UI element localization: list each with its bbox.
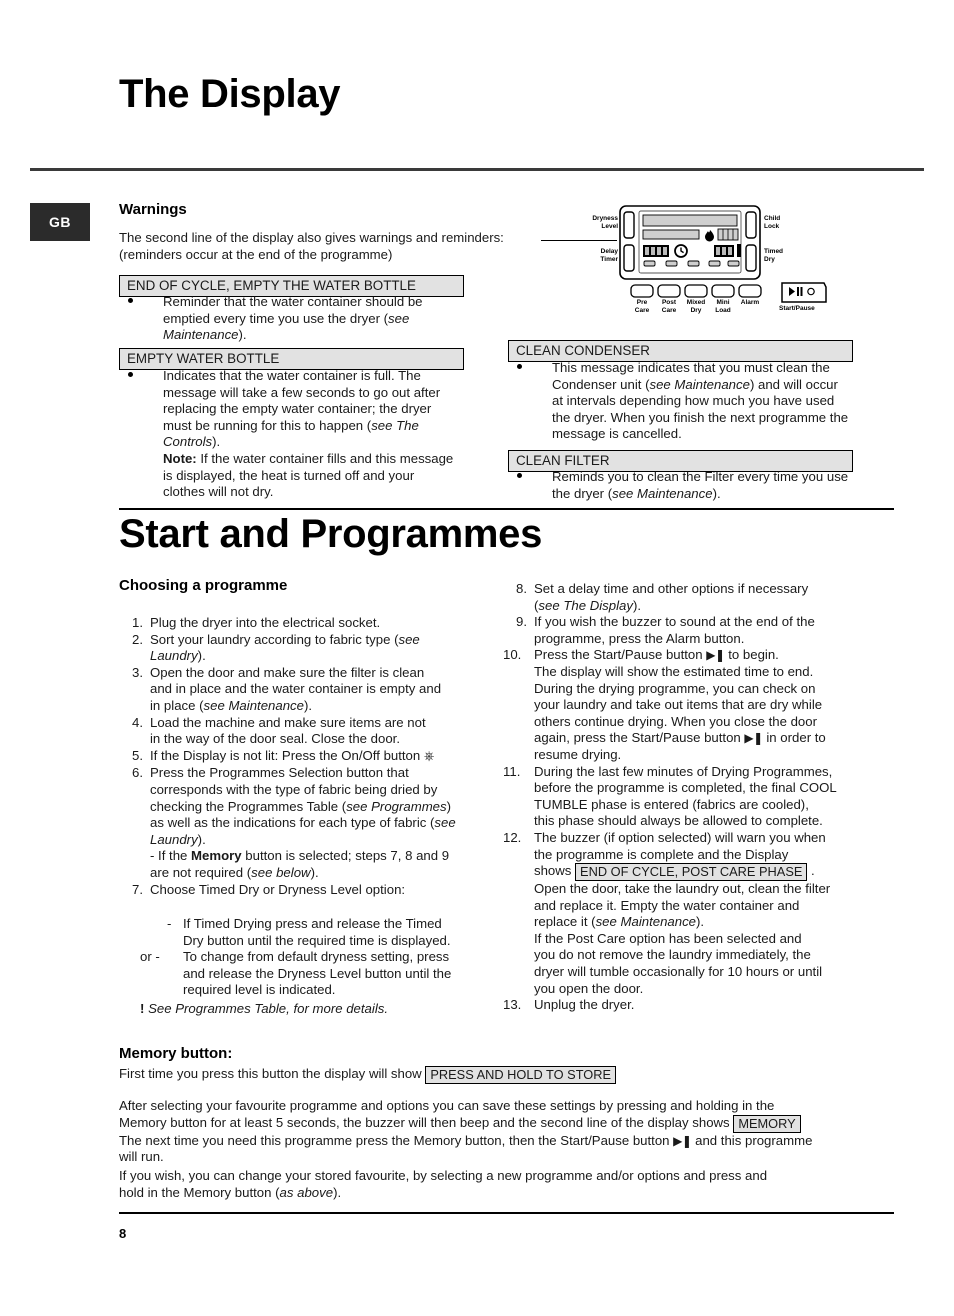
panel-button-label-mixed-dry: Mixed Dry <box>686 299 706 314</box>
locale-tab-gb: GB <box>30 203 90 241</box>
list-item: 6. Press the Programmes Selection button … <box>132 765 456 880</box>
document-page: The Display GB Warnings The second line … <box>0 0 954 1316</box>
footer-divider <box>119 1212 894 1214</box>
panel-button-label-alarm: Alarm <box>740 299 760 306</box>
bullet-dot <box>517 473 522 478</box>
step7-sub-dryness: or - To change from default dryness sett… <box>140 949 452 998</box>
warnings-intro-line2: (reminders occur at the end of the progr… <box>119 246 393 262</box>
bullet-dot <box>128 372 133 377</box>
bullet-dot <box>517 364 522 369</box>
panel-label-child-lock: Child Lock <box>764 215 781 230</box>
steps-list-left: 1. Plug the dryer into the electrical soc… <box>119 615 471 898</box>
panel-label-dryness-level: Dryness Level <box>592 215 618 230</box>
control-panel-diagram: Dryness Level Delay Timer Child Lock Tim… <box>576 203 846 323</box>
header-divider <box>30 168 924 171</box>
list-item: 3. Open the door and make sure the filter… <box>132 664 442 713</box>
bullet-text: This message indicates that you must cle… <box>552 360 849 442</box>
bullet-clean-filter: Reminds you to clean the Filter every ti… <box>517 469 867 502</box>
bullet-empty-water-bottle: Indicates that the water container is fu… <box>128 368 473 501</box>
list-item: 8. Set a delay time and other options if … <box>516 581 809 613</box>
memory-paragraph-3: If you wish, you can change your stored … <box>119 1168 768 1200</box>
display-message-memory: MEMORY <box>733 1114 801 1133</box>
list-item: 7. Choose Timed Dry or Dryness Level opti… <box>132 881 406 897</box>
panel-button-label-post-care: Post Care <box>661 299 677 314</box>
start-pause-icon: ▶❚ <box>744 731 763 746</box>
panel-button-label-mini-load: Mini Load <box>715 299 731 314</box>
page-title-start-and-programmes: Start and Programmes <box>119 512 543 556</box>
panel-label-start-pause: Start/Pause <box>779 305 815 312</box>
memory-paragraph-2: After selecting your favourite programme… <box>119 1098 813 1165</box>
panel-label-delay-timer: Delay Timer <box>600 248 618 263</box>
panel-label-timed-dry: Timed Dry <box>764 248 784 263</box>
page-number: 8 <box>119 1226 127 1241</box>
list-item: 2. Sort your laundry according to fabric … <box>132 631 420 664</box>
subheading-choosing-a-programme: Choosing a programme <box>119 577 288 594</box>
memory-first-press-line: First time you press this button the dis… <box>119 1066 879 1084</box>
bullet-clean-condenser: This message indicates that you must cle… <box>517 360 867 443</box>
list-item: 1. Plug the dryer into the electrical soc… <box>132 615 381 630</box>
list-item: 4. Load the machine and make sure items a… <box>132 714 426 747</box>
display-message-press-and-hold-to-store: PRESS AND HOLD TO STORE <box>425 1066 617 1084</box>
steps-list-right: 8. Set a delay time and other options if … <box>503 581 863 1014</box>
bullet-text: Reminds you to clean the Filter every ti… <box>552 469 849 501</box>
warnings-intro-line1: The second line of the display also give… <box>119 230 504 245</box>
list-item: 12. The buzzer (if option selected) will … <box>503 829 831 996</box>
bullet-dot <box>128 298 133 303</box>
panel-button-label-pre-care: Pre Care <box>634 299 650 314</box>
display-message-end-of-cycle-post-care: END OF CYCLE, POST CARE PHASE <box>575 863 808 882</box>
page-title-the-display: The Display <box>119 72 341 116</box>
start-pause-icon: ▶❚ <box>673 1133 692 1148</box>
start-pause-icon: ▶❚ <box>706 648 725 663</box>
list-item: 9. If you wish the buzzer to sound at the… <box>516 614 815 646</box>
list-item: 10. Press the Start/Pause button ▶❚ to be… <box>503 647 826 762</box>
section-divider <box>119 508 894 510</box>
locale-tab-label: GB <box>49 214 71 230</box>
list-item: 13. Unplug the dryer. <box>503 997 635 1013</box>
list-item: 5. If the Display is not lit: Press the O… <box>132 747 435 764</box>
bullet-text: Reminder that the water container should… <box>163 294 423 343</box>
warnings-heading: Warnings <box>119 201 187 218</box>
bullet-text: Indicates that the water container is fu… <box>163 368 454 500</box>
programmes-table-note: ! See Programmes Table, for more details… <box>140 1001 389 1016</box>
power-icon: ⎈ <box>423 748 435 764</box>
bullet-end-of-cycle: Reminder that the water container should… <box>128 294 468 344</box>
warnings-intro: The second line of the display also give… <box>119 230 549 263</box>
list-item: 11. During the last few minutes of Drying… <box>503 763 837 829</box>
step7-sub-timed: - If Timed Drying press and release the … <box>167 916 451 948</box>
memory-button-heading: Memory button: <box>119 1045 233 1062</box>
